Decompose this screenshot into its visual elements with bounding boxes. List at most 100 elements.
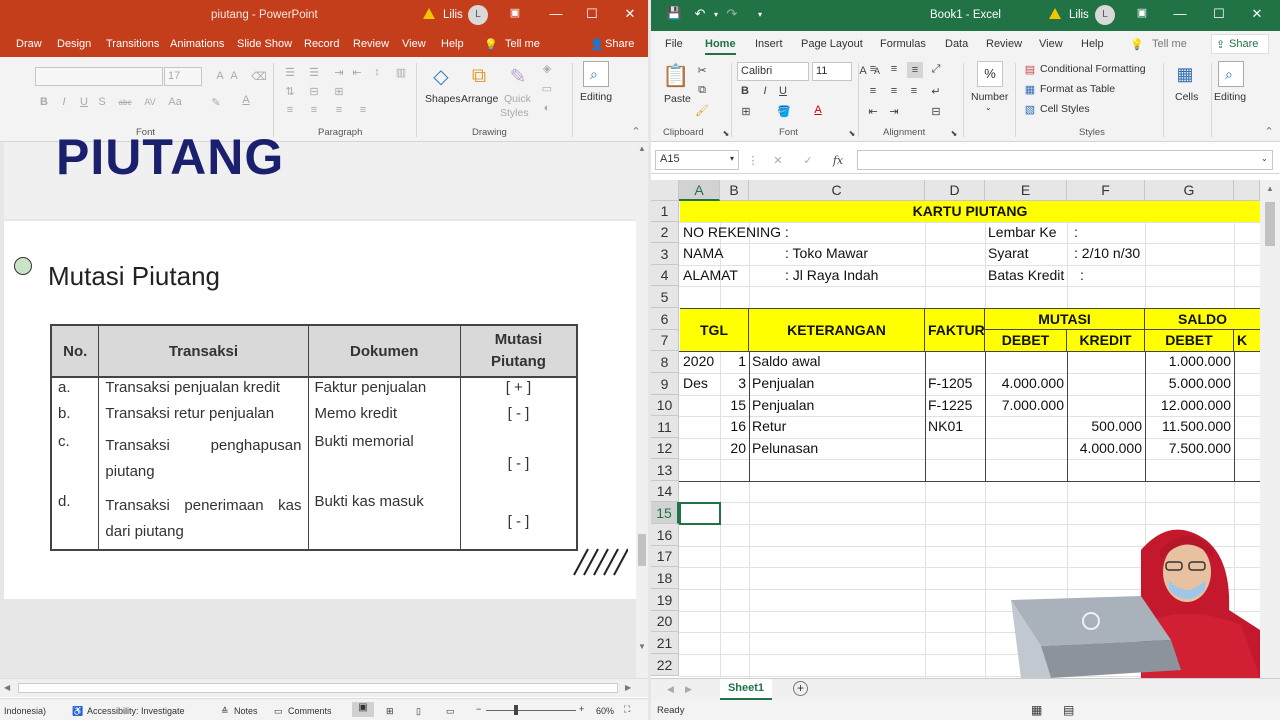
tab-formulas[interactable]: Formulas [880, 38, 926, 50]
kartu-piutang-title[interactable]: KARTU PIUTANG [680, 201, 1260, 222]
ppt-user-name[interactable]: Lilis [443, 9, 463, 21]
tell-me-search[interactable]: Tell me [1152, 38, 1187, 50]
justify-icon[interactable]: ≡ [356, 103, 370, 117]
align-right-icon[interactable]: ≡ [332, 103, 346, 117]
scroll-down-icon[interactable]: ▼ [638, 642, 646, 651]
share-button[interactable]: Share [605, 38, 634, 50]
orientation-icon[interactable]: ⤢ [929, 62, 943, 76]
smartart-icon[interactable]: ⊞ [332, 84, 346, 98]
next-sheet-icon[interactable]: ▶ [685, 684, 692, 695]
bold-icon[interactable]: B [38, 95, 50, 109]
header-kredit[interactable]: KREDIT [1067, 330, 1145, 351]
column-header-d[interactable]: D [925, 180, 985, 201]
share-button[interactable]: Share [1229, 38, 1258, 50]
scroll-up-icon[interactable]: ▲ [1266, 184, 1274, 193]
cell-d10[interactable]: F-1225 [925, 395, 985, 416]
close-icon[interactable]: ✕ [1248, 6, 1266, 22]
underline-icon[interactable]: U [78, 95, 90, 109]
zoom-in-icon[interactable]: + [579, 704, 584, 714]
row-header[interactable]: 21 [651, 632, 679, 654]
tab-animations[interactable]: Animations [170, 38, 224, 50]
cell-b11[interactable]: 16 [720, 416, 749, 437]
column-header-b[interactable]: B [720, 180, 749, 201]
cell-c11[interactable]: Retur [749, 416, 925, 437]
tab-record[interactable]: Record [304, 38, 339, 50]
format-painter-icon[interactable]: 🖌 [695, 103, 709, 117]
row-header[interactable]: 12 [651, 438, 679, 459]
cell-c4[interactable]: : Jl Raya Indah [782, 265, 881, 286]
cell-a2[interactable]: NO REKENING : [680, 222, 792, 243]
share-icon[interactable]: ⇪ [1216, 38, 1225, 51]
font-name-box[interactable]: Calibri [737, 62, 809, 81]
cell-b12[interactable]: 20 [720, 438, 749, 459]
cell-c12[interactable]: Pelunasan [749, 438, 925, 459]
tab-data[interactable]: Data [945, 38, 968, 50]
conditional-formatting-button[interactable]: Conditional Formatting [1040, 63, 1146, 75]
indent-icon[interactable]: ⇥ [332, 65, 346, 79]
align-text-icon[interactable]: ⊟ [307, 84, 321, 98]
cell-styles-icon[interactable]: ▧ [1023, 102, 1037, 116]
accessibility-status[interactable]: Accessibility: Investigate [87, 706, 185, 716]
cell-c8[interactable]: Saldo awal [749, 351, 925, 372]
tab-file[interactable]: File [665, 38, 683, 50]
fit-slide-icon[interactable]: ⛶ [624, 704, 630, 715]
cell-e9[interactable]: 4.000.000 [985, 373, 1067, 394]
minimize-icon[interactable]: — [547, 6, 565, 21]
slide-sorter-icon[interactable]: ⊞ [386, 706, 394, 717]
font-size-box[interactable]: 11 [812, 62, 852, 81]
editing-button[interactable]: Editing [580, 91, 612, 103]
font-size-box[interactable]: 17 [164, 67, 202, 86]
arrange-icon[interactable]: ⧉ [466, 63, 492, 89]
row-header[interactable]: 11 [651, 416, 679, 438]
decrease-font-icon[interactable]: A [228, 69, 240, 83]
cancel-icon[interactable]: ✕ [771, 153, 785, 167]
shapes-button[interactable]: Shapes [425, 93, 461, 105]
cell-d11[interactable]: NK01 [925, 416, 985, 437]
align-center-icon[interactable]: ≡ [307, 103, 321, 117]
notes-button[interactable]: Notes [234, 706, 258, 716]
column-header-e[interactable]: E [985, 180, 1067, 201]
format-as-table-icon[interactable]: ▦ [1023, 82, 1037, 96]
strikethrough-icon[interactable]: abc [116, 95, 134, 109]
cell-e2[interactable]: Lembar Ke [985, 222, 1059, 243]
clear-format-icon[interactable]: ⌫ [251, 69, 267, 83]
tab-draw[interactable]: Draw [16, 38, 42, 50]
char-spacing-icon[interactable]: AV [140, 95, 160, 109]
text-direction-icon[interactable]: ⇅ [283, 84, 297, 98]
slideshow-icon[interactable]: ▭ [446, 706, 455, 717]
tell-me-search[interactable]: Tell me [505, 38, 540, 50]
tab-view[interactable]: View [1039, 38, 1063, 50]
shadow-icon[interactable]: S [96, 95, 108, 109]
align-left-icon[interactable]: ≡ [866, 84, 880, 98]
quick-styles-icon[interactable]: ✎ [505, 63, 531, 89]
enter-icon[interactable]: ✓ [801, 153, 815, 167]
redo-icon[interactable]: ↷ [723, 6, 741, 22]
copy-icon[interactable]: ⧉ [695, 83, 709, 97]
font-color-icon[interactable]: A [240, 93, 252, 107]
tab-design[interactable]: Design [57, 38, 91, 50]
excel-vertical-scrollbar[interactable]: ▲ [1260, 180, 1280, 678]
header-mutasi[interactable]: MUTASI [985, 308, 1145, 330]
italic-icon[interactable]: I [58, 95, 70, 109]
cell-g9[interactable]: 5.000.000 [1145, 373, 1234, 394]
shape-fill-icon[interactable]: ◈ [540, 61, 554, 75]
ribbon-display-icon[interactable]: ▣ [1133, 6, 1151, 19]
align-center-icon[interactable]: ≡ [887, 84, 901, 98]
active-cell[interactable] [679, 502, 721, 525]
row-header[interactable]: 6 [651, 308, 679, 330]
increase-indent-icon[interactable]: ⇥ [887, 104, 901, 118]
line-spacing-icon[interactable]: ↕ [370, 65, 384, 79]
increase-font-icon[interactable]: A [214, 69, 226, 83]
save-icon[interactable]: 💾 [665, 6, 683, 20]
row-header[interactable]: 16 [651, 524, 679, 546]
cell-g8[interactable]: 1.000.000 [1145, 351, 1234, 372]
decrease-indent-icon[interactable]: ⇤ [866, 104, 880, 118]
scroll-thumb[interactable] [1265, 202, 1275, 246]
row-header[interactable]: 1 [651, 201, 679, 222]
columns-icon[interactable]: ▥ [394, 65, 408, 79]
font-color-icon[interactable]: A [811, 102, 825, 118]
highlight-icon[interactable]: ✎ [210, 95, 222, 109]
language-status[interactable]: Indonesia) [4, 706, 46, 716]
row-header[interactable]: 8 [651, 351, 679, 373]
sheet-tab-sheet1[interactable]: Sheet1 [720, 679, 772, 700]
